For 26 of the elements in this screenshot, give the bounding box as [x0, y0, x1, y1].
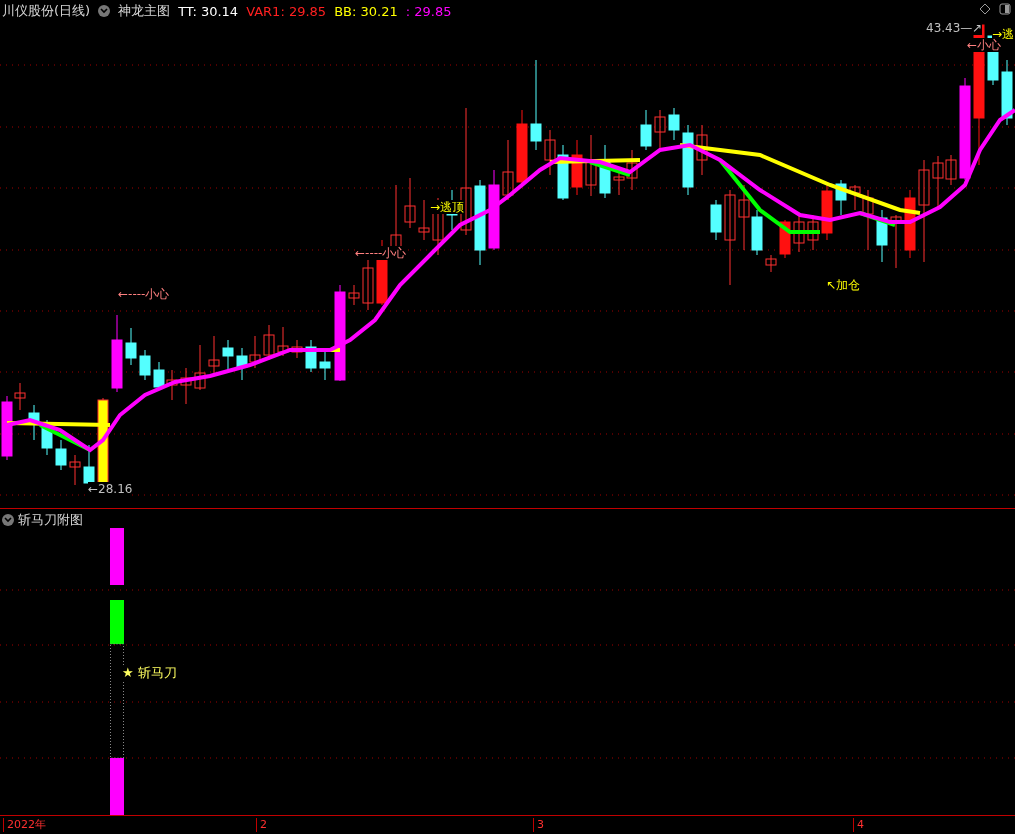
- diamond-icon[interactable]: [979, 3, 991, 15]
- chart-annotation: ←----小心: [355, 246, 407, 260]
- chart-annotation: ←----小心: [118, 287, 170, 301]
- signal-bar: [110, 600, 124, 644]
- chart-annotation: →逃顶: [430, 200, 465, 214]
- signal-bar: [110, 758, 124, 815]
- dropdown-icon[interactable]: [98, 5, 111, 17]
- signal-label: ★ 斩马刀: [122, 666, 177, 680]
- axis-label: 4: [853, 818, 864, 832]
- dropdown-icon[interactable]: [2, 514, 14, 526]
- axis-label: 2022年: [3, 818, 46, 832]
- stock-title: 川仪股份(日线): [2, 2, 91, 20]
- indicator-name: 神龙主图: [118, 2, 171, 20]
- chart-annotation: ←28.16: [88, 482, 133, 496]
- panel-title: 斩马刀附图: [18, 511, 83, 529]
- indicator-reading: VAR1: 29.85: [246, 3, 327, 19]
- chart-annotation: ←小心: [967, 38, 1002, 52]
- chart-annotation: ↖加仓: [826, 278, 861, 292]
- indicator-reading: BB: 30.21: [334, 3, 398, 19]
- signal-bar: [110, 528, 124, 585]
- axis-label: 3: [533, 818, 544, 832]
- indicator-reading: TT: 30.14: [178, 3, 239, 19]
- indicator-reading: : 29.85: [405, 3, 452, 19]
- panel-toggle-icon[interactable]: [999, 3, 1011, 15]
- chart-annotation: 43.43—↗: [926, 21, 983, 35]
- axis-label: 2: [256, 818, 267, 832]
